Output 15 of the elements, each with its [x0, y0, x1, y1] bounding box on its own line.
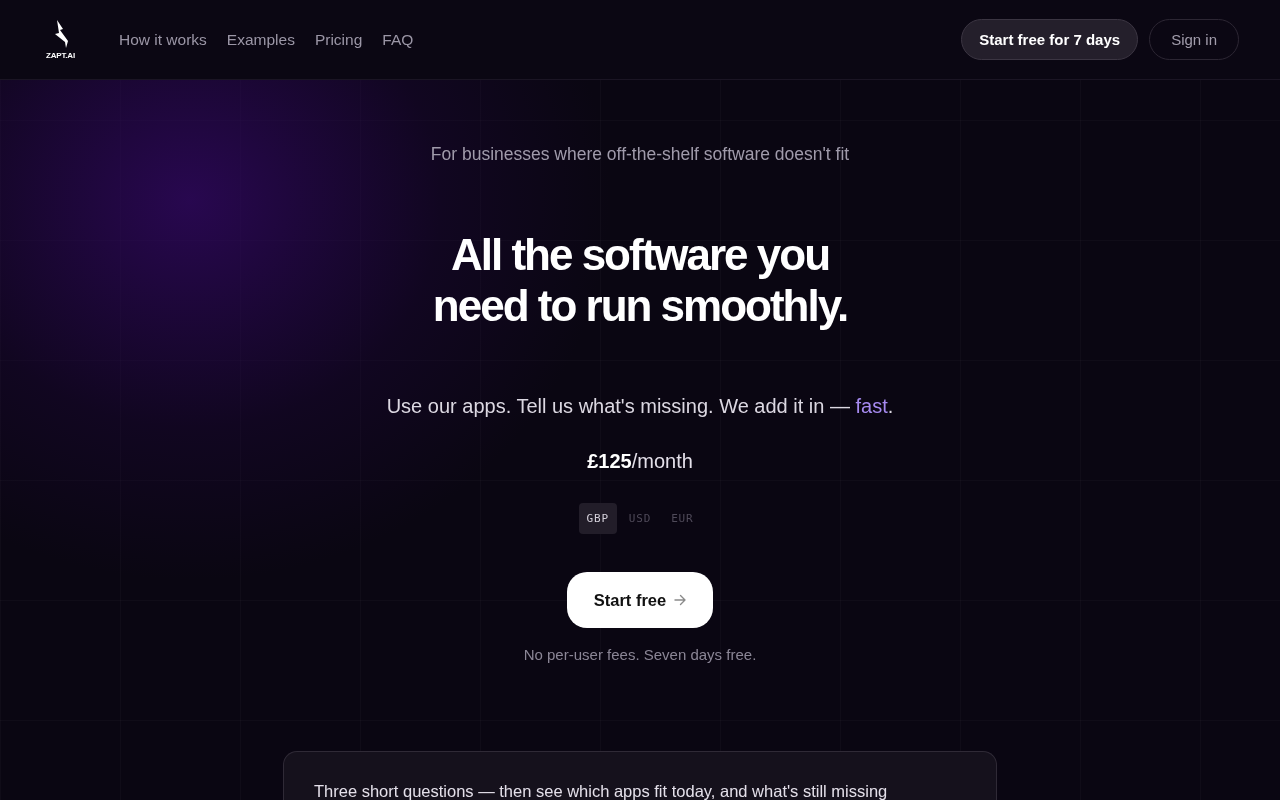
nav-link[interactable]: How it works	[119, 30, 207, 49]
tagline: Use our apps. Tell us what's missing. We add it in — fast.	[386, 394, 894, 418]
trial-button[interactable]: Start free for 7 days	[961, 19, 1139, 60]
arrow-right-icon	[674, 594, 687, 606]
price-text: £125/month	[587, 449, 693, 473]
start-free-button[interactable]: Start free	[567, 572, 713, 628]
headline: All the software you need to run smoothly.	[432, 229, 848, 331]
nav-link[interactable]: FAQ	[382, 30, 414, 49]
card-text: Three short questions — then see which apps fit today, and what's still missing	[314, 782, 889, 800]
logo-link[interactable]: ZAPT.AI	[43, 19, 78, 60]
nav-link[interactable]: Examples	[226, 30, 295, 49]
note-text: No per-user fees. Seven days free.	[523, 646, 757, 664]
currency-tab[interactable]: GBP	[578, 503, 617, 534]
eyebrow-text: For businesses where off-the-shelf software doesn't fit	[430, 144, 850, 164]
nav-link[interactable]: Pricing	[314, 30, 363, 49]
